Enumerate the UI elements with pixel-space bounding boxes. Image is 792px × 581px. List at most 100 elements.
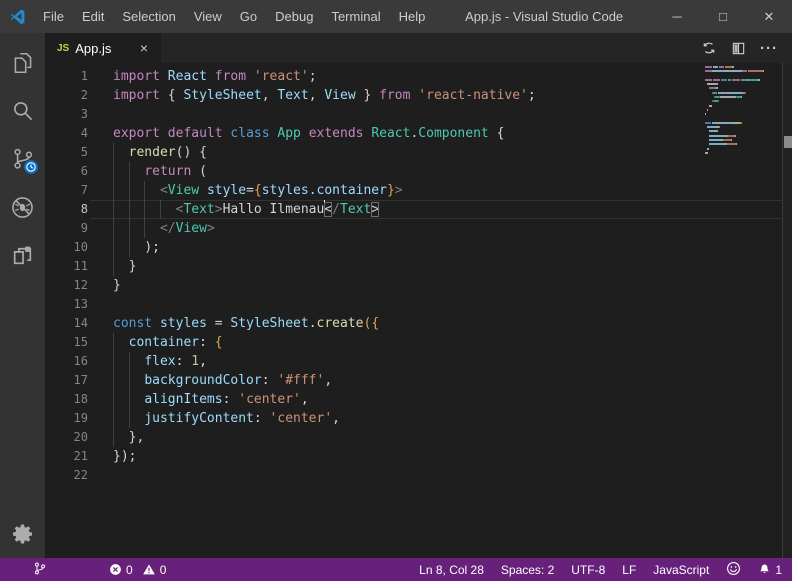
problems-status[interactable]: 0 0 [109, 563, 166, 577]
line-number[interactable]: 21 [45, 447, 88, 466]
line-number[interactable]: 7 [45, 181, 88, 200]
minimize-button[interactable]: ─ [654, 0, 700, 33]
close-button[interactable]: ✕ [746, 0, 792, 33]
line-number[interactable]: 5 [45, 143, 88, 162]
more-actions-icon[interactable]: ··· [760, 40, 778, 57]
menu-edit[interactable]: Edit [73, 0, 113, 33]
line-number[interactable]: 8 [45, 200, 88, 219]
notifications-bell[interactable]: 1 [758, 563, 782, 577]
statusbar-right-items: Ln 8, Col 28 Spaces: 2 UTF-8 LF JavaScript [419, 563, 709, 577]
tab-appjs[interactable]: JS App.js × [45, 33, 161, 63]
line-number[interactable]: 18 [45, 390, 88, 409]
activitybar-source-control[interactable] [0, 135, 45, 183]
feedback-smiley-icon[interactable] [726, 561, 741, 579]
code-line-21[interactable]: 21}); [45, 447, 783, 466]
line-number[interactable]: 6 [45, 162, 88, 181]
code-line-6[interactable]: 6 return ( [45, 162, 783, 181]
code-token: } [356, 88, 379, 103]
code-line-10[interactable]: 10 ); [45, 238, 783, 257]
editor-actions: ··· [701, 33, 792, 63]
line-number[interactable]: 4 [45, 124, 88, 143]
code-token: render [129, 145, 176, 160]
git-branch-status-icon[interactable] [33, 561, 47, 579]
code-line-20[interactable]: 20 }, [45, 428, 783, 447]
activitybar-explorer[interactable] [0, 39, 45, 87]
manage-gear[interactable] [0, 510, 45, 558]
menu-file[interactable]: File [34, 0, 73, 33]
code-line-19[interactable]: 19 justifyContent: 'center', [45, 409, 783, 428]
code-token: default [168, 126, 223, 141]
activitybar-extensions[interactable] [0, 231, 45, 279]
code-line-15[interactable]: 15 container: { [45, 333, 783, 352]
indent-guide [113, 428, 114, 447]
code-token [113, 259, 129, 274]
status-eol[interactable]: LF [622, 563, 636, 577]
minimap[interactable] [705, 66, 769, 161]
tab-close-icon[interactable]: × [135, 40, 153, 56]
menu-view[interactable]: View [185, 0, 231, 33]
code-line-18[interactable]: 18 alignItems: 'center', [45, 390, 783, 409]
code-token: export [113, 126, 160, 141]
line-number[interactable]: 11 [45, 257, 88, 276]
code-token [113, 145, 129, 160]
code-line-7[interactable]: 7 <View style={styles.container}> [45, 181, 783, 200]
indent-guide [129, 181, 130, 200]
line-number[interactable]: 20 [45, 428, 88, 447]
line-number[interactable]: 12 [45, 276, 88, 295]
activitybar-debug[interactable] [0, 183, 45, 231]
code-token: StyleSheet [183, 88, 261, 103]
line-number[interactable]: 15 [45, 333, 88, 352]
code-line-16[interactable]: 16 flex: 1, [45, 352, 783, 371]
code-token: }); [113, 449, 136, 464]
line-number[interactable]: 16 [45, 352, 88, 371]
vscode-logo-icon [9, 8, 26, 25]
code-line-9[interactable]: 9 </View> [45, 219, 783, 238]
code-line-22[interactable]: 22 [45, 466, 783, 485]
overview-ruler[interactable] [782, 63, 792, 558]
code-token: } [129, 259, 137, 274]
status-indentation[interactable]: Spaces: 2 [501, 563, 554, 577]
code-line-12[interactable]: 12} [45, 276, 783, 295]
indent-guide [113, 200, 114, 219]
code-token: from [215, 69, 246, 84]
menu-debug[interactable]: Debug [266, 0, 322, 33]
code-token: Text [183, 202, 214, 217]
line-number[interactable]: 9 [45, 219, 88, 238]
activitybar-search[interactable] [0, 87, 45, 135]
line-number[interactable]: 13 [45, 295, 88, 314]
code-line-13[interactable]: 13 [45, 295, 783, 314]
status-encoding[interactable]: UTF-8 [571, 563, 605, 577]
line-number[interactable]: 19 [45, 409, 88, 428]
code-line-5[interactable]: 5 render() { [45, 143, 783, 162]
code-token: > [215, 202, 223, 217]
line-number[interactable]: 3 [45, 105, 88, 124]
code-token: styles.container [262, 183, 387, 198]
indent-guide [113, 390, 114, 409]
status-language-mode[interactable]: JavaScript [653, 563, 709, 577]
status-cursor-position[interactable]: Ln 8, Col 28 [419, 563, 484, 577]
menu-go[interactable]: Go [231, 0, 266, 33]
code-line-3[interactable]: 3 [45, 105, 783, 124]
menu-help[interactable]: Help [390, 0, 435, 33]
menu-selection[interactable]: Selection [113, 0, 184, 33]
code-line-14[interactable]: 14const styles = StyleSheet.create({ [45, 314, 783, 333]
code-line-11[interactable]: 11 } [45, 257, 783, 276]
line-number[interactable]: 2 [45, 86, 88, 105]
open-changes-icon[interactable] [701, 40, 717, 56]
code-line-2[interactable]: 2import { StyleSheet, Text, View } from … [45, 86, 783, 105]
menu-terminal[interactable]: Terminal [322, 0, 389, 33]
code-editor[interactable]: 1import React from 'react';2import { Sty… [45, 63, 792, 558]
line-number[interactable]: 17 [45, 371, 88, 390]
maximize-button[interactable]: □ [700, 0, 746, 33]
code-line-1[interactable]: 1import React from 'react'; [45, 67, 783, 86]
code-line-4[interactable]: 4export default class App extends React.… [45, 124, 783, 143]
split-editor-icon[interactable] [731, 41, 746, 56]
line-number[interactable]: 10 [45, 238, 88, 257]
code-line-17[interactable]: 17 backgroundColor: '#fff', [45, 371, 783, 390]
code-line-8[interactable]: 8 <Text>Hallo Ilmenau</Text> [45, 200, 783, 219]
line-number[interactable]: 14 [45, 314, 88, 333]
code-token: class [230, 126, 269, 141]
line-number[interactable]: 1 [45, 67, 88, 86]
debug-icon [9, 194, 36, 221]
line-number[interactable]: 22 [45, 466, 88, 485]
